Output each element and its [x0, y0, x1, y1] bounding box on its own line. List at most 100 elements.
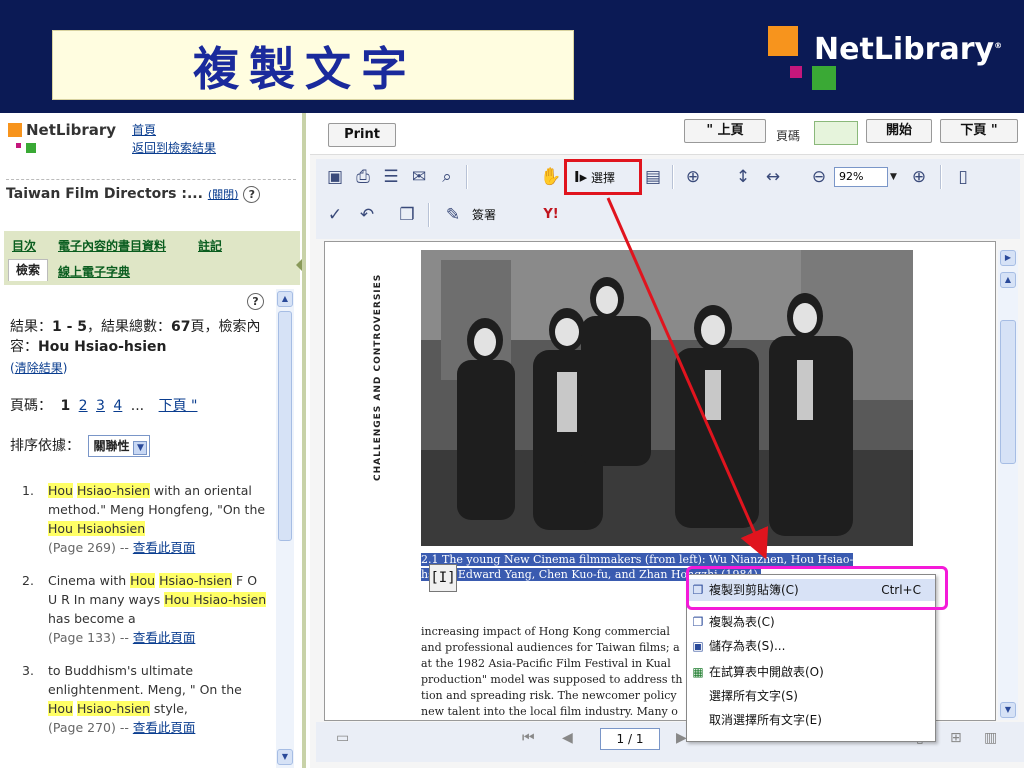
page-2-link[interactable]: 2: [79, 398, 88, 414]
clear-results-link[interactable]: (清除結果): [10, 359, 67, 376]
chevron-down-icon: ▼: [133, 441, 148, 455]
menu-item-select-all-text[interactable]: 選擇所有文字(S): [687, 685, 935, 707]
sort-label: 排序依據：: [10, 438, 80, 454]
list-item: 2. Cinema with Hou Hsiao-hsien F O U R I…: [22, 573, 267, 645]
back-to-results-link[interactable]: 返回到檢索結果: [132, 139, 216, 157]
brand-name: NetLibrary®: [814, 32, 1003, 67]
tab-search[interactable]: 檢索: [8, 259, 48, 281]
print-button[interactable]: Print: [328, 123, 396, 147]
copy-menu-highlight: [686, 566, 948, 610]
text-select-cursor-icon: [I]: [429, 564, 457, 592]
menu-item-copy-as-table[interactable]: ❐ 複製為表(C): [687, 611, 935, 633]
go-button[interactable]: 開始: [866, 119, 932, 143]
pages-label: 頁碼：: [10, 398, 52, 414]
home-link[interactable]: 首頁: [132, 121, 216, 139]
page-navigation-bar: Print " 上頁 頁碼 開始 下頁 ": [310, 113, 1024, 155]
collapse-pane-icon[interactable]: [296, 259, 302, 271]
first-page-icon[interactable]: ⏮: [522, 730, 535, 746]
scroll-down-icon[interactable]: ▼: [1000, 702, 1016, 718]
view-page-link[interactable]: 查看此頁面: [133, 630, 196, 645]
page-number-label: 頁碼: [776, 129, 801, 143]
email-icon[interactable]: ✉: [408, 166, 430, 188]
document-photo: [421, 250, 913, 546]
scrollbar-thumb[interactable]: [1000, 320, 1016, 464]
slide-title: 複製文字: [193, 42, 417, 96]
book-title: Taiwan Film Directors :...: [6, 186, 203, 202]
fit-height-icon[interactable]: ↕: [732, 166, 754, 188]
logo-square-green: [26, 143, 36, 153]
scrollbar-thumb[interactable]: [278, 311, 292, 541]
select-tool-highlight: [564, 159, 642, 195]
scroll-up-icon[interactable]: ▲: [277, 291, 293, 307]
slide-header: 複製文字 NetLibrary®: [0, 0, 1024, 110]
left-pane-tabs: 目次 電子內容的書目資料 註記 檢索 線上電子字典: [4, 231, 300, 285]
toolbar-row-2: ✓ ↶ ❐ ✎ 簽署 Y!: [316, 197, 1020, 233]
help-icon[interactable]: ?: [243, 186, 261, 203]
zoom-level-select[interactable]: 92%: [834, 167, 888, 187]
view-page-link[interactable]: 查看此頁面: [133, 540, 196, 555]
fit-width-icon[interactable]: ↔: [762, 166, 784, 188]
undo-icon[interactable]: ↶: [356, 204, 378, 226]
facing-pages-icon[interactable]: ⊞: [950, 730, 962, 746]
spreadsheet-icon: ▦: [692, 665, 704, 679]
logo-square-magenta: [790, 66, 802, 78]
view-page-link[interactable]: 查看此頁面: [133, 720, 196, 735]
chevron-down-icon[interactable]: ▼: [890, 167, 897, 187]
save-icon[interactable]: ▣: [324, 166, 346, 188]
netlibrary-logo: NetLibrary®: [766, 26, 1002, 96]
help-icon[interactable]: ?: [247, 293, 264, 310]
next-page-button[interactable]: 下頁 ": [940, 119, 1018, 143]
logo-square-orange: [8, 123, 22, 137]
zoom-in-icon[interactable]: ⊕: [908, 166, 930, 188]
previous-page-icon[interactable]: ◀: [562, 730, 573, 746]
list-item: 3. to Buddhism's ultimate enlightenment.…: [22, 663, 242, 735]
copy-icon[interactable]: ❐: [396, 204, 418, 226]
toolbar-separator: [466, 165, 468, 189]
sort-select[interactable]: 關聯性 ▼: [88, 435, 151, 457]
document-body-text[interactable]: increasing impact of Hong Kong commercia…: [421, 624, 711, 720]
list-item: 1. Hou Hsiao-hsien with an oriental meth…: [22, 483, 266, 555]
page-layout-icon[interactable]: ▯: [952, 166, 974, 188]
signature-tool[interactable]: 簽署: [472, 205, 496, 225]
print-icon[interactable]: ⎙: [352, 166, 374, 188]
next-page-link[interactable]: 下頁 ": [159, 398, 198, 414]
tab-online-dictionary[interactable]: 線上電子字典: [58, 263, 130, 280]
left-pane-logo-name: NetLibrary: [26, 121, 117, 139]
snapshot-icon[interactable]: ▤: [642, 166, 664, 188]
tab-notes[interactable]: 註記: [198, 237, 222, 254]
page-indicator[interactable]: 1 / 1: [600, 728, 660, 750]
page-number-input[interactable]: [814, 121, 858, 145]
page-3-link[interactable]: 3: [96, 398, 105, 414]
spell-check-icon[interactable]: ✓: [324, 204, 346, 226]
search-results-panel: ? 結果：1 - 5，結果總數：67頁，檢索內容：Hou Hsiao-hsien…: [4, 285, 274, 768]
tab-bibliographic-info[interactable]: 電子內容的書目資料: [58, 237, 166, 254]
toolbar-row-1: ▣ ⎙ ☰ ✉ ⌕ ✋ I▸ 選擇 ▤ ⊕ ↕ ↔ ⊖ 92% ▼ ⊕ ▯: [316, 159, 1020, 195]
slide-title-box: 複製文字: [52, 30, 574, 100]
zoom-out-icon[interactable]: ⊖: [808, 166, 830, 188]
page-view-icon[interactable]: ▭: [336, 730, 349, 746]
scroll-down-icon[interactable]: ▼: [277, 749, 293, 765]
document-scrollbar[interactable]: ▶ ▲ ▼: [998, 250, 1018, 720]
tab-contents[interactable]: 目次: [12, 237, 36, 254]
menu-item-open-in-spreadsheet[interactable]: ▦ 在試算表中開啟表(O): [687, 661, 935, 683]
toolbar-separator: [940, 165, 942, 189]
zoom-in-tool-icon[interactable]: ⊕: [682, 166, 704, 188]
menu-item-save-as-table[interactable]: ▣ 儲存為表(S)...: [687, 635, 935, 657]
results-pagination: 頁碼： 1 2 3 4 ... 下頁 ": [10, 395, 197, 415]
pdf-toolbar: ▣ ⎙ ☰ ✉ ⌕ ✋ I▸ 選擇 ▤ ⊕ ↕ ↔ ⊖ 92% ▼ ⊕ ▯ ✓ …: [316, 159, 1020, 239]
close-book-link[interactable]: (關閉): [208, 188, 239, 201]
scroll-up-icon[interactable]: ▲: [1000, 272, 1016, 288]
results-scrollbar[interactable]: ▲ ▼: [276, 289, 294, 768]
hand-tool-icon[interactable]: ✋: [540, 166, 562, 188]
find-icon[interactable]: ⌕: [436, 166, 458, 188]
yahoo-icon[interactable]: Y!: [540, 204, 562, 226]
previous-page-button[interactable]: " 上頁: [684, 119, 766, 143]
expand-right-icon[interactable]: ▶: [1000, 250, 1016, 266]
menu-item-deselect-all-text[interactable]: 取消選擇所有文字(E): [687, 709, 935, 731]
continuous-facing-icon[interactable]: ▥: [984, 730, 997, 746]
organize-icon[interactable]: ☰: [380, 166, 402, 188]
left-pane: NetLibrary 首頁 返回到檢索結果 Taiwan Film Direct…: [0, 113, 306, 768]
page-4-link[interactable]: 4: [113, 398, 122, 414]
copy-table-icon: ❐: [692, 615, 704, 629]
pen-icon[interactable]: ✎: [442, 204, 464, 226]
